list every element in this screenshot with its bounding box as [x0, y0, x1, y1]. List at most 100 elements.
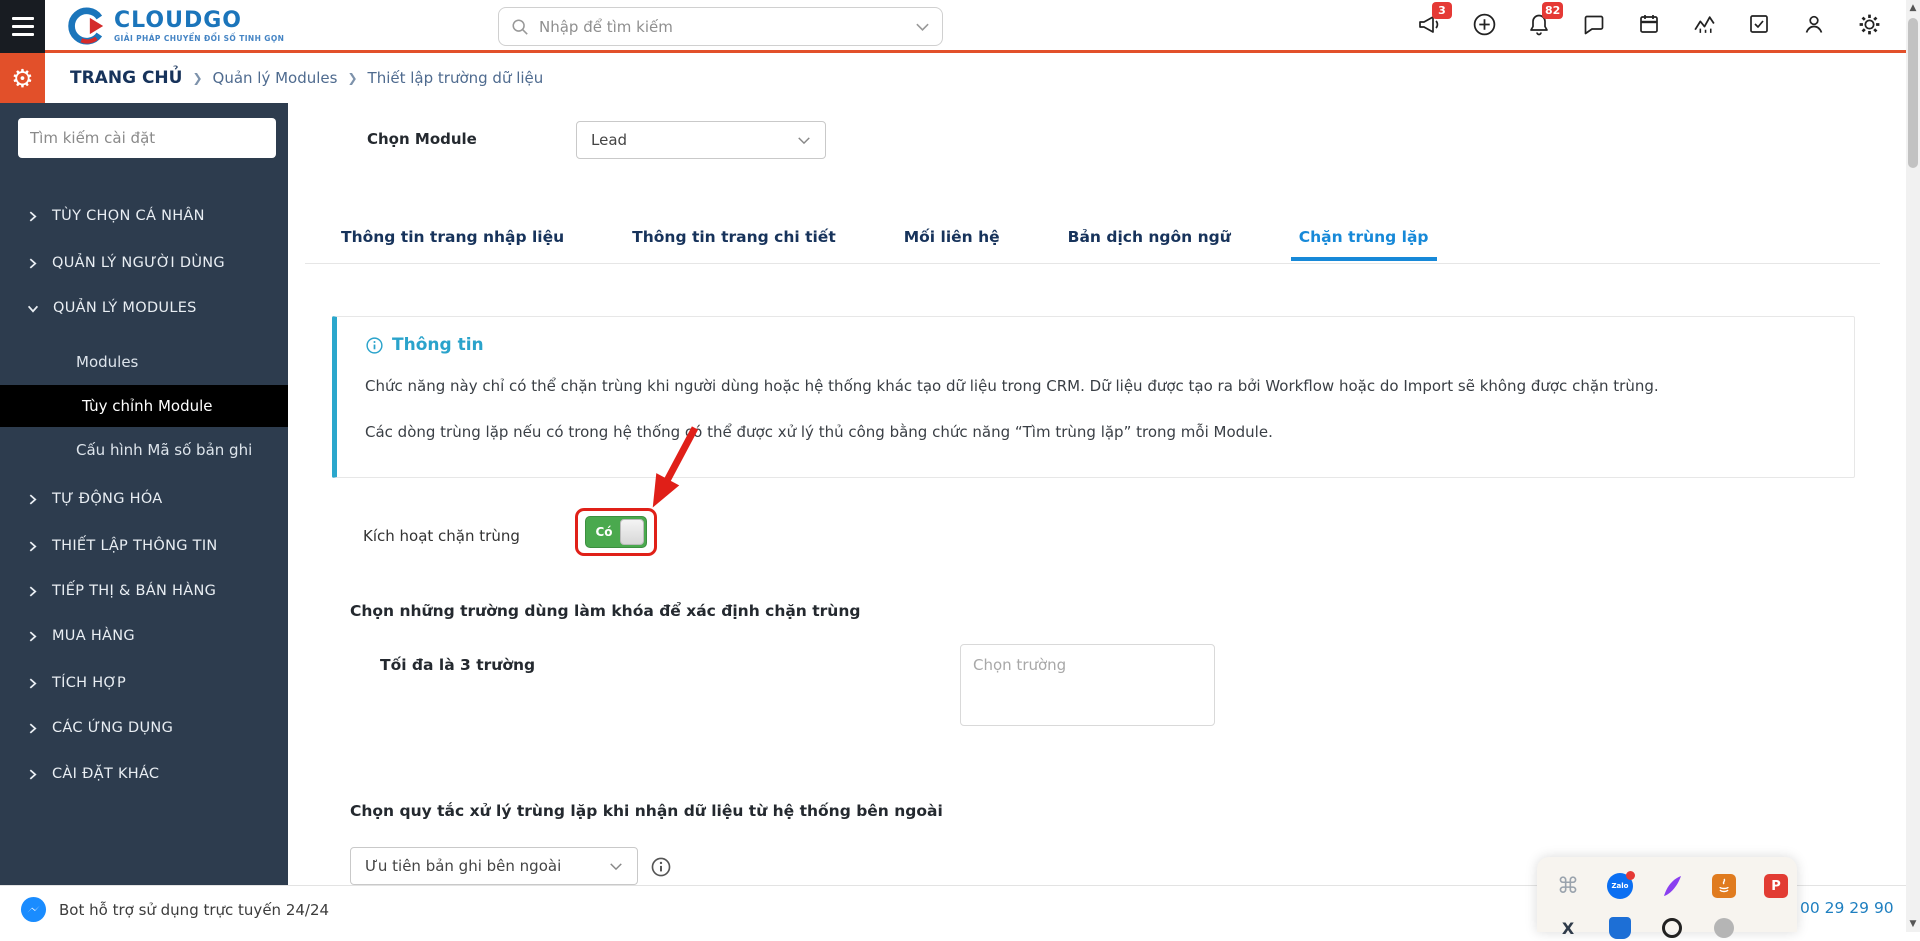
hotline-phone[interactable]: 00 29 29 90	[1800, 899, 1894, 917]
chevron-right-icon	[27, 769, 38, 780]
max-fields-label: Tối đa là 3 trường	[380, 656, 535, 674]
chevron-right-icon	[27, 586, 38, 597]
settings-gear-icon[interactable]	[1856, 11, 1882, 37]
tab-duplicate-blocking[interactable]: Chặn trùng lặp	[1291, 222, 1437, 261]
tab-input-page-info[interactable]: Thông tin trang nhập liệu	[333, 222, 572, 261]
gray-app-icon[interactable]	[1711, 915, 1737, 941]
tasks-check-square-icon[interactable]	[1746, 11, 1772, 37]
hamburger-menu-icon[interactable]	[0, 0, 45, 53]
duplicate-block-toggle-label: Kích hoạt chặn trùng	[363, 527, 520, 545]
sidebar-group-automation[interactable]: TỰ ĐỘNG HÓA	[0, 483, 288, 515]
java-app-icon[interactable]	[1711, 873, 1737, 899]
scrollbar-down-arrow[interactable]: ▼	[1906, 919, 1920, 929]
notifications-bell-icon[interactable]: 82	[1526, 11, 1552, 37]
chevron-right-icon	[27, 678, 38, 689]
sidebar-group-purchasing[interactable]: MUA HÀNG	[0, 620, 288, 652]
rule-info-icon[interactable]	[650, 856, 672, 878]
logo-tagline: GIẢI PHÁP CHUYỂN ĐỔI SỐ TINH GỌN	[114, 35, 284, 43]
tabs-divider	[305, 263, 1880, 264]
search-icon	[511, 18, 529, 36]
zalo-notification-dot	[1626, 871, 1635, 880]
sidebar-group-applications[interactable]: CÁC ỨNG DỤNG	[0, 712, 288, 744]
breadcrumb-modules[interactable]: Quản lý Modules	[213, 69, 338, 87]
chevron-right-icon	[27, 723, 38, 734]
zalo-app-icon[interactable]: Zalo	[1607, 873, 1633, 899]
tab-detail-page-info[interactable]: Thông tin trang chi tiết	[624, 222, 844, 261]
chevron-right-icon	[27, 541, 38, 552]
chat-icon[interactable]	[1581, 11, 1607, 37]
breadcrumb-separator: ❯	[192, 71, 202, 85]
module-tabs: Thông tin trang nhập liệu Thông tin tran…	[333, 222, 1437, 261]
toggle-on-label: Có	[586, 517, 622, 547]
analytics-chart-icon[interactable]	[1691, 11, 1717, 37]
info-paragraph-2: Các dòng trùng lặp nếu có trong hệ thống…	[365, 423, 1825, 441]
breadcrumb: TRANG CHỦ ❯ Quản lý Modules ❯ Thiết lập …	[45, 53, 1920, 103]
scrollbar-up-arrow[interactable]: ▲	[1906, 3, 1920, 13]
global-search-input[interactable]	[539, 18, 905, 36]
feather-app-icon[interactable]	[1659, 873, 1685, 899]
info-paragraph-1: Chức năng này chỉ có thể chặn trùng khi …	[365, 377, 1825, 395]
user-profile-icon[interactable]	[1801, 11, 1827, 37]
key-fields-heading: Chọn những trường dùng làm khóa để xác đ…	[350, 602, 860, 620]
cloudgo-logo-icon	[68, 7, 106, 45]
sidebar-item-modules[interactable]: Modules	[0, 346, 288, 378]
chevron-right-icon	[27, 631, 38, 642]
chevron-down-icon[interactable]	[915, 21, 930, 33]
sidebar-group-info-setup[interactable]: THIẾT LẬP THÔNG TIN	[0, 530, 288, 562]
logo-text: CLOUDGO	[114, 10, 284, 32]
tab-translations[interactable]: Bản dịch ngôn ngữ	[1060, 222, 1239, 261]
swoosh-app-icon[interactable]	[1659, 915, 1685, 941]
sidebar-group-users[interactable]: QUẢN LÝ NGƯỜI DÙNG	[0, 247, 288, 279]
knot-app-icon[interactable]: ⌘	[1555, 873, 1581, 899]
sidebar-item-record-number[interactable]: Cấu hình Mã số bản ghi	[0, 434, 288, 466]
sidebar-group-integration[interactable]: TÍCH HỢP	[0, 667, 288, 699]
scrollbar-thumb[interactable]	[1908, 18, 1918, 168]
cloudgo-logo[interactable]: CLOUDGO GIẢI PHÁP CHUYỂN ĐỔI SỐ TINH GỌN	[68, 7, 284, 45]
sidebar-group-personal[interactable]: TÙY CHỌN CÁ NHÂN	[0, 200, 288, 232]
toggle-knob	[620, 519, 644, 545]
chevron-down-icon	[27, 303, 39, 314]
key-fields-multiselect[interactable]: Chọn trường	[960, 644, 1215, 726]
chevron-down-icon	[797, 135, 811, 146]
x-app-icon[interactable]: X	[1555, 915, 1581, 941]
info-callout: Thông tin Chức năng này chỉ có thể chặn …	[332, 316, 1855, 478]
key-fields-placeholder: Chọn trường	[973, 656, 1066, 674]
add-record-icon[interactable]	[1471, 11, 1497, 37]
sidebar-group-other-settings[interactable]: CÀI ĐẶT KHÁC	[0, 758, 288, 790]
header-accent-line	[45, 50, 1920, 53]
module-select-label: Chọn Module	[367, 130, 477, 148]
info-title: Thông tin	[392, 335, 484, 355]
module-select[interactable]: Lead	[576, 121, 826, 159]
support-bot-text: Bot hỗ trợ sử dụng trực tuyến 24/24	[59, 901, 329, 919]
chevron-down-icon	[609, 861, 623, 872]
page-scrollbar[interactable]: ▲ ▼	[1906, 0, 1920, 932]
calendar-icon[interactable]	[1636, 11, 1662, 37]
tab-relations[interactable]: Mối liên hệ	[896, 222, 1008, 261]
app-launcher-widget: ⌘ Zalo P X	[1537, 857, 1797, 932]
duplicate-block-toggle[interactable]: Có	[585, 516, 647, 548]
support-bot-link[interactable]: Bot hỗ trợ sử dụng trực tuyến 24/24	[20, 896, 329, 923]
breadcrumb-current: Thiết lập trường dữ liệu	[368, 69, 544, 87]
sidebar-search-input[interactable]	[18, 118, 276, 158]
sidebar-group-marketing-sales[interactable]: TIẾP THỊ & BÁN HÀNG	[0, 575, 288, 607]
announcement-badge: 3	[1432, 2, 1452, 19]
shield-app-icon[interactable]	[1607, 915, 1633, 941]
external-rule-value: Ưu tiên bản ghi bên ngoài	[365, 857, 561, 875]
info-circle-icon	[365, 336, 384, 355]
breadcrumb-separator: ❯	[347, 71, 357, 85]
settings-sidebar: TÙY CHỌN CÁ NHÂN QUẢN LÝ NGƯỜI DÙNG QUẢN…	[0, 103, 288, 885]
chevron-right-icon	[27, 494, 38, 505]
red-p-app-icon[interactable]: P	[1763, 873, 1789, 899]
external-rule-heading: Chọn quy tắc xử lý trùng lặp khi nhận dữ…	[350, 802, 943, 820]
chevron-right-icon	[27, 211, 38, 222]
external-rule-select[interactable]: Ưu tiên bản ghi bên ngoài	[350, 847, 638, 885]
global-search[interactable]	[498, 7, 943, 46]
breadcrumb-home[interactable]: TRANG CHỦ	[70, 68, 182, 88]
sidebar-group-modules[interactable]: QUẢN LÝ MODULES	[0, 292, 288, 324]
settings-section-gear-icon[interactable]: ⚙	[0, 53, 45, 103]
sidebar-item-customize-module[interactable]: Tùy chỉnh Module	[0, 385, 288, 427]
announcement-megaphone-icon[interactable]: 3	[1416, 11, 1442, 37]
top-bar: CLOUDGO GIẢI PHÁP CHUYỂN ĐỔI SỐ TINH GỌN…	[0, 0, 1920, 52]
module-select-value: Lead	[591, 131, 627, 149]
chevron-right-icon	[27, 258, 38, 269]
